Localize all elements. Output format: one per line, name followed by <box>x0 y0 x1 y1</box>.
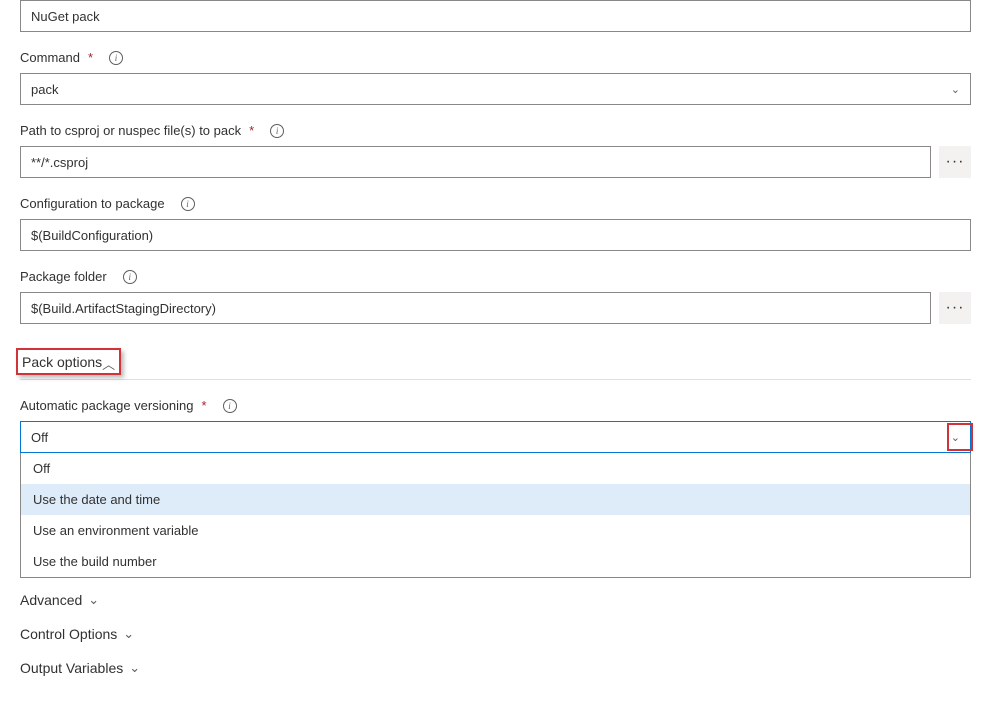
command-label: Command* i <box>20 50 971 65</box>
configuration-label: Configuration to package i <box>20 196 971 211</box>
dropdown-option-date-time[interactable]: Use the date and time <box>21 484 970 515</box>
display-name-input[interactable] <box>20 0 971 32</box>
chevron-down-icon: ⌄ <box>129 660 140 676</box>
section-control-options[interactable]: Control Options ⌄ <box>20 620 971 646</box>
chevron-down-icon: ⌄ <box>951 83 960 96</box>
auto-versioning-label: Automatic package versioning* i <box>20 398 971 413</box>
auto-versioning-dropdown: Off Use the date and time Use an environ… <box>20 453 971 578</box>
package-folder-input[interactable] <box>20 292 931 324</box>
chevron-up-icon: ︿ <box>102 354 115 373</box>
info-icon[interactable]: i <box>109 51 123 65</box>
chevron-down-icon: ⌄ <box>88 592 99 608</box>
package-folder-label: Package folder i <box>20 269 971 284</box>
command-select[interactable]: pack ⌄ <box>20 73 971 105</box>
browse-button[interactable]: ··· <box>939 292 971 324</box>
required-indicator: * <box>88 50 93 65</box>
dropdown-option-env-var[interactable]: Use an environment variable <box>21 515 970 546</box>
path-input[interactable] <box>20 146 931 178</box>
info-icon[interactable]: i <box>123 270 137 284</box>
info-icon[interactable]: i <box>270 124 284 138</box>
required-indicator: * <box>201 398 206 413</box>
configuration-input[interactable] <box>20 219 971 251</box>
info-icon[interactable]: i <box>223 399 237 413</box>
dropdown-option-off[interactable]: Off <box>21 453 970 484</box>
info-icon[interactable]: i <box>181 197 195 211</box>
dropdown-option-build-number[interactable]: Use the build number <box>21 546 970 577</box>
section-advanced[interactable]: Advanced ⌄ <box>20 586 971 612</box>
required-indicator: * <box>249 123 254 138</box>
path-label: Path to csproj or nuspec file(s) to pack… <box>20 123 971 138</box>
browse-button[interactable]: ··· <box>939 146 971 178</box>
chevron-down-icon: ⌄ <box>951 431 960 444</box>
section-output-variables[interactable]: Output Variables ⌄ <box>20 654 971 680</box>
auto-versioning-select[interactable]: Off ⌄ <box>20 421 971 453</box>
section-pack-options[interactable]: Pack options ︿ <box>20 342 971 380</box>
chevron-down-icon: ⌄ <box>123 626 134 642</box>
